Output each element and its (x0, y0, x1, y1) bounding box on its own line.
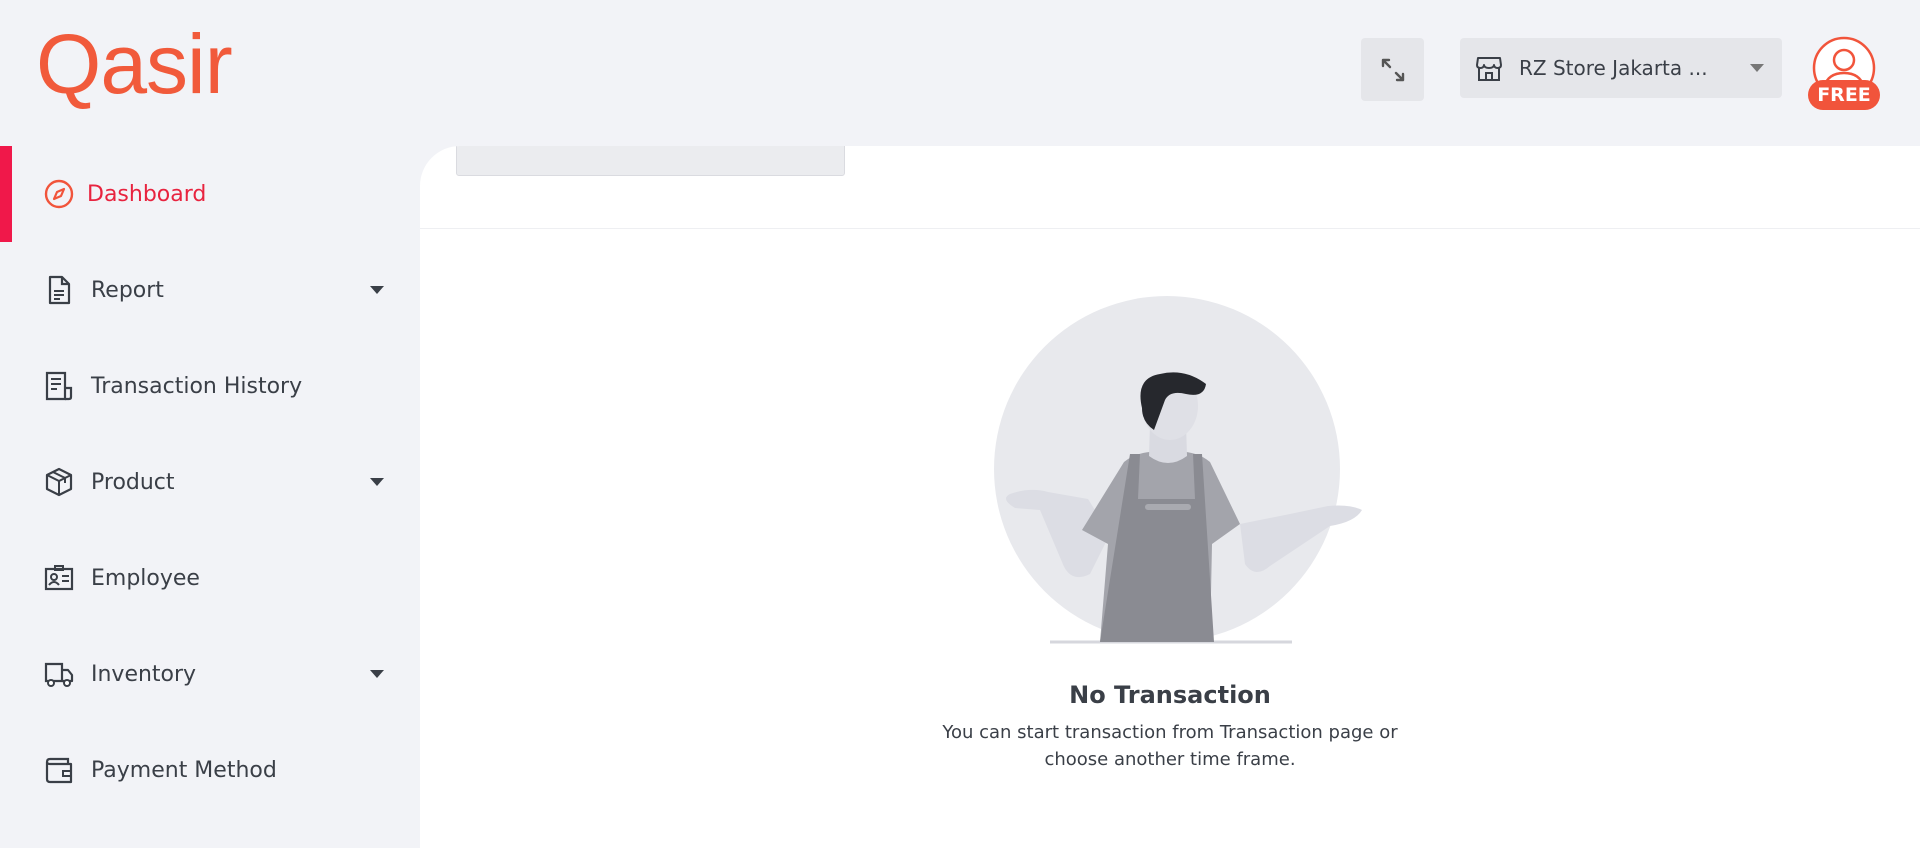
document-icon (42, 273, 76, 307)
sidebar-item-label: Dashboard (87, 181, 207, 207)
sidebar-item-inventory[interactable]: Inventory (0, 626, 420, 722)
main-content: No Transaction You can start transaction… (420, 146, 1920, 848)
sidebar-item-label: Employee (91, 565, 200, 591)
sidebar-item-report[interactable]: Report (0, 242, 420, 338)
sidebar-item-dashboard[interactable]: Dashboard (0, 146, 420, 242)
chevron-down-icon (370, 286, 384, 294)
account-avatar[interactable]: FREE (1808, 35, 1880, 113)
sidebar-item-label: Product (91, 469, 175, 495)
sidebar-item-product[interactable]: Product (0, 434, 420, 530)
sidebar-item-payment-method[interactable]: Payment Method (0, 722, 420, 818)
store-icon (1476, 57, 1502, 81)
chevron-down-icon (370, 670, 384, 678)
fullscreen-button[interactable] (1361, 38, 1424, 101)
qasir-logo[interactable]: Qasir (36, 22, 233, 106)
divider (420, 228, 1920, 229)
sidebar-item-label: Inventory (91, 661, 197, 687)
empty-state-description: You can start transaction from Transacti… (942, 722, 1398, 770)
sidebar-item-label: Transaction History (91, 373, 303, 399)
sidebar-item-employee[interactable]: Employee (0, 530, 420, 626)
sidebar-item-label: Report (91, 277, 164, 303)
plan-badge: FREE (1808, 80, 1880, 110)
empty-state-title: No Transaction (1069, 681, 1271, 709)
chevron-down-icon (370, 478, 384, 486)
compass-icon (42, 177, 76, 211)
receipt-icon (42, 369, 76, 403)
store-selector[interactable]: RZ Store Jakarta ... (1460, 38, 1782, 98)
sidebar-item-label: Payment Method (91, 757, 277, 783)
box-icon (42, 465, 76, 499)
store-name: RZ Store Jakarta ... (1519, 56, 1708, 80)
sidebar-item-transaction-history[interactable]: Transaction History (0, 338, 420, 434)
truck-icon (42, 657, 76, 691)
shrugging-person-illustration (994, 296, 1362, 644)
active-indicator (0, 146, 12, 242)
wallet-icon (42, 753, 76, 787)
id-card-icon (42, 561, 76, 595)
chevron-down-icon (1750, 64, 1764, 72)
sidebar-nav: Dashboard Report Transaction History Pro… (0, 146, 420, 818)
date-range-picker[interactable] (456, 146, 845, 176)
expand-arrows-icon (1381, 58, 1404, 81)
